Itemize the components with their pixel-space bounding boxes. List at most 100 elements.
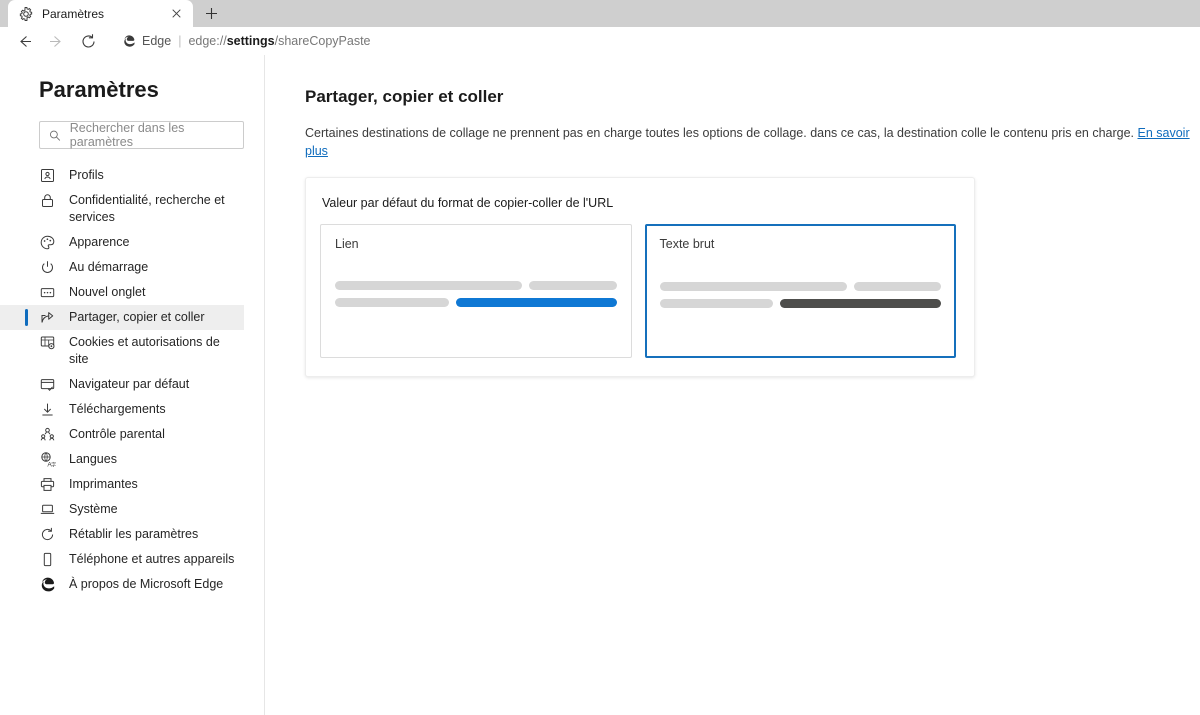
cookie-settings-icon	[39, 334, 56, 351]
tab-title: Paramètres	[42, 7, 159, 21]
phone-icon	[39, 551, 56, 568]
power-icon	[39, 259, 56, 276]
preview-bar	[335, 281, 522, 290]
preview-bar	[854, 282, 941, 291]
sidebar-item-telephone-appareils[interactable]: Téléphone et autres appareils	[0, 547, 244, 572]
plus-icon	[205, 7, 218, 20]
content-heading: Partager, copier et coller	[305, 87, 1200, 107]
sidebar-item-label: Navigateur par défaut	[69, 376, 236, 393]
url-prefix: edge://	[188, 34, 226, 48]
forward-button[interactable]	[40, 28, 72, 54]
copy-paste-format-panel: Valeur par défaut du format de copier-co…	[305, 177, 975, 377]
browser-chrome: Paramètres	[0, 0, 1200, 55]
preview-bar	[660, 299, 774, 308]
option-label: Lien	[335, 237, 617, 251]
forward-arrow-icon	[48, 33, 65, 50]
sidebar-item-imprimantes[interactable]: Imprimantes	[0, 472, 244, 497]
browser-toolbar: Edge | edge://settings/shareCopyPaste	[0, 27, 1200, 55]
search-icon	[49, 129, 61, 142]
format-options-row: Lien Texte brut	[320, 224, 956, 358]
preview-bar	[335, 298, 449, 307]
description-text: Certaines destinations de collage ne pre…	[305, 126, 1134, 140]
new-tab-icon	[39, 284, 56, 301]
sidebar-item-controle-parental[interactable]: Contrôle parental	[0, 422, 244, 447]
svg-text:字: 字	[51, 461, 56, 468]
reload-button[interactable]	[72, 28, 104, 54]
reset-icon	[39, 526, 56, 543]
sidebar-item-partager-copier-coller[interactable]: Partager, copier et coller	[0, 305, 244, 330]
sidebar-item-navigateur-par-defaut[interactable]: Navigateur par défaut	[0, 372, 244, 397]
preview-bar-row	[335, 298, 617, 307]
sidebar-item-apparence[interactable]: Apparence	[0, 230, 244, 255]
sidebar-item-label: Apparence	[69, 234, 236, 251]
browser-tab-parametres[interactable]: Paramètres	[8, 0, 193, 27]
preview-bar-row	[660, 282, 942, 291]
sidebar-item-label: Cookies et autorisations de site	[69, 334, 236, 368]
search-input[interactable]: Rechercher dans les paramètres	[39, 121, 244, 149]
sidebar-item-confidentialite[interactable]: Confidentialité, recherche et services	[0, 188, 244, 230]
palette-icon	[39, 234, 56, 251]
sidebar-item-systeme[interactable]: Système	[0, 497, 244, 522]
sidebar-item-profils[interactable]: Profils	[0, 163, 244, 188]
download-icon	[39, 401, 56, 418]
sidebar-item-label: Profils	[69, 167, 236, 184]
profile-card-icon	[39, 167, 56, 184]
omnibox-separator: |	[178, 34, 181, 48]
settings-sidebar: Paramètres Rechercher dans les paramètre…	[0, 55, 265, 715]
back-button[interactable]	[8, 28, 40, 54]
preview-bar-row	[335, 281, 617, 290]
edge-logo-icon	[122, 34, 136, 48]
search-placeholder: Rechercher dans les paramètres	[70, 121, 234, 149]
option-preview-texte-brut	[660, 282, 942, 316]
sidebar-item-au-demarrage[interactable]: Au démarrage	[0, 255, 244, 280]
url-suffix: /shareCopyPaste	[275, 34, 371, 48]
sidebar-item-telechargements[interactable]: Téléchargements	[0, 397, 244, 422]
close-icon[interactable]	[167, 5, 185, 23]
option-label: Texte brut	[660, 237, 942, 251]
sidebar-item-nouvel-onglet[interactable]: Nouvel onglet	[0, 280, 244, 305]
preview-bar-accent	[780, 299, 941, 308]
settings-content: Partager, copier et coller Certaines des…	[265, 55, 1200, 715]
family-icon	[39, 426, 56, 443]
content-description: Certaines destinations de collage ne pre…	[305, 124, 1200, 160]
sidebar-item-langues[interactable]: A 字 Langues	[0, 447, 244, 472]
share-icon	[39, 309, 56, 326]
search-wrapper: Rechercher dans les paramètres	[0, 121, 264, 149]
sidebar-item-label: Langues	[69, 451, 236, 468]
sidebar-item-label: Rétablir les paramètres	[69, 526, 236, 543]
omnibox-brand-label: Edge	[142, 34, 171, 48]
omnibox-brand: Edge	[122, 34, 171, 48]
preview-bar-accent	[456, 298, 617, 307]
gear-icon	[18, 6, 34, 22]
sidebar-item-label: Imprimantes	[69, 476, 236, 493]
preview-bar	[660, 282, 847, 291]
settings-page: Paramètres Rechercher dans les paramètre…	[0, 55, 1200, 715]
lock-icon	[39, 192, 56, 209]
format-option-lien[interactable]: Lien	[320, 224, 632, 358]
sidebar-item-label: Téléchargements	[69, 401, 236, 418]
edge-logo-icon	[39, 576, 56, 593]
browser-window-icon	[39, 376, 56, 393]
preview-bar	[529, 281, 616, 290]
option-preview-lien	[335, 281, 617, 315]
url-bold-segment: settings	[227, 34, 275, 48]
format-option-texte-brut[interactable]: Texte brut	[645, 224, 957, 358]
sidebar-item-label: Système	[69, 501, 236, 518]
reload-icon	[80, 33, 97, 50]
sidebar-item-label: Au démarrage	[69, 259, 236, 276]
address-bar[interactable]: Edge | edge://settings/shareCopyPaste	[112, 29, 1184, 53]
preview-bar-row	[660, 299, 942, 308]
sidebar-item-a-propos-edge[interactable]: À propos de Microsoft Edge	[0, 572, 244, 597]
sidebar-item-label: Confidentialité, recherche et services	[69, 192, 236, 226]
languages-icon: A 字	[39, 451, 56, 468]
laptop-icon	[39, 501, 56, 518]
page-title: Paramètres	[0, 77, 264, 103]
panel-heading: Valeur par défaut du format de copier-co…	[320, 196, 956, 210]
sidebar-item-cookies[interactable]: Cookies et autorisations de site	[0, 330, 244, 372]
back-arrow-icon	[16, 33, 33, 50]
sidebar-item-label: À propos de Microsoft Edge	[69, 576, 236, 593]
new-tab-button[interactable]	[196, 0, 226, 27]
sidebar-item-label: Nouvel onglet	[69, 284, 236, 301]
sidebar-item-retablir-parametres[interactable]: Rétablir les paramètres	[0, 522, 244, 547]
sidebar-item-label: Téléphone et autres appareils	[69, 551, 236, 568]
